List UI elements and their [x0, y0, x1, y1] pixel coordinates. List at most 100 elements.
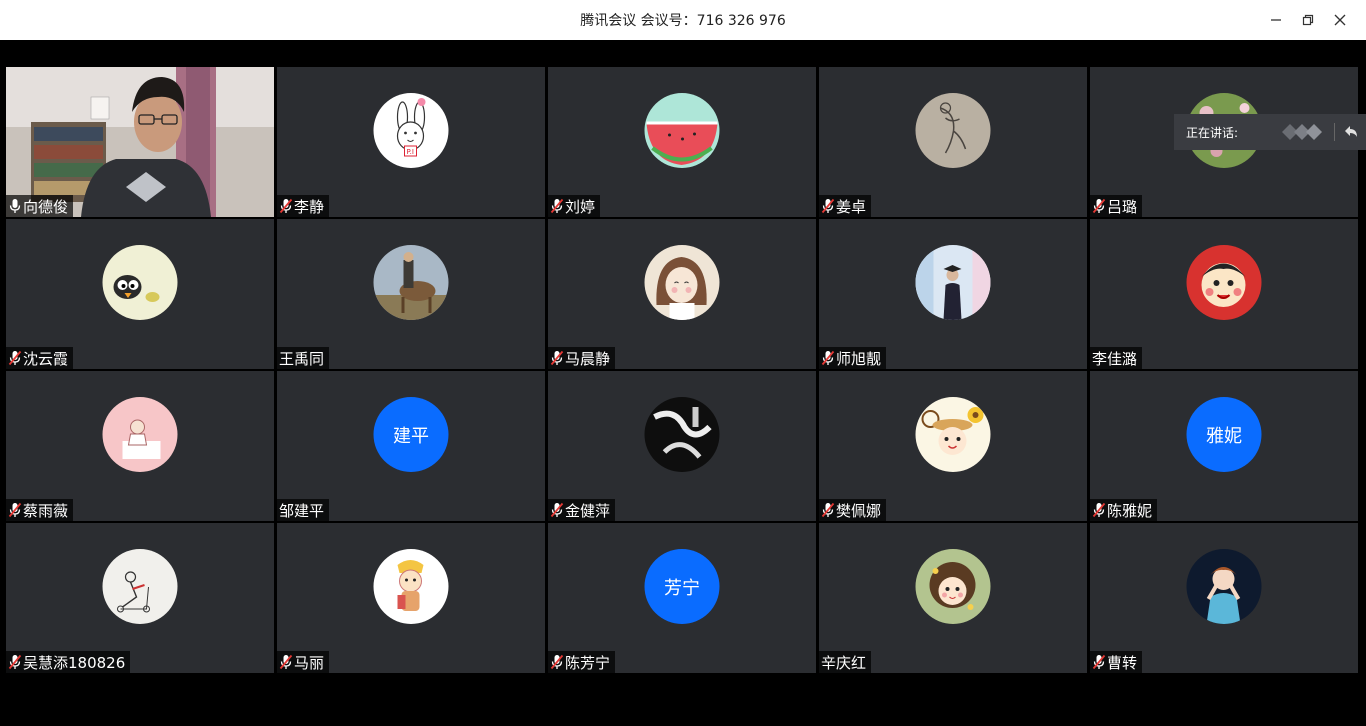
- participant-name: 樊佩娜: [836, 501, 882, 520]
- cartoon-cat-avatar-image: [373, 549, 449, 624]
- participant-tile[interactable]: 师旭靓: [819, 219, 1087, 369]
- avatar-initials: 芳宁: [664, 577, 700, 599]
- participant-tile[interactable]: 向德俊: [6, 67, 274, 217]
- participant-name: 沈云霞: [23, 349, 69, 368]
- restore-button[interactable]: [1292, 0, 1324, 40]
- microphone-muted-icon[interactable]: [821, 198, 835, 214]
- participant-avatar: [915, 549, 991, 624]
- collapse-panel-icon[interactable]: [1342, 122, 1360, 142]
- participant-avatar: [1186, 245, 1262, 320]
- cartoon-boy-red-avatar-image: [1186, 245, 1262, 320]
- participant-tile[interactable]: 刘婷: [548, 67, 816, 217]
- avatar-initials: 建平: [393, 425, 429, 447]
- participant-tile[interactable]: 马晨静: [548, 219, 816, 369]
- svg-text:P.I: P.I: [407, 148, 414, 156]
- participant-tile[interactable]: 李佳潞: [1090, 219, 1358, 369]
- graduate-avatar-image: [915, 245, 991, 320]
- participant-name: 陈雅妮: [1107, 501, 1153, 520]
- speaking-label: 正在讲话:: [1186, 125, 1239, 140]
- microphone-muted-icon[interactable]: [8, 350, 22, 366]
- participant-name-tag: 李佳潞: [1090, 347, 1143, 369]
- participant-name-tag: 曹转: [1090, 651, 1143, 673]
- microphone-muted-icon[interactable]: [550, 502, 564, 518]
- participant-tile[interactable]: 马丽: [277, 523, 545, 673]
- close-button[interactable]: [1324, 0, 1356, 40]
- bunny-avatar-image: P.I: [373, 93, 449, 168]
- participant-avatar: [102, 549, 178, 624]
- window-controls: [1260, 0, 1356, 40]
- participant-tile[interactable]: 建平邹建平: [277, 371, 545, 521]
- participant-name: 李静: [294, 197, 325, 216]
- participant-tile[interactable]: 樊佩娜: [819, 371, 1087, 521]
- window-title: 腾讯会议 会议号：716 326 976: [580, 13, 786, 29]
- watermelon-avatar-image: [644, 93, 720, 168]
- participant-name: 金健萍: [565, 501, 611, 520]
- microphone-muted-icon[interactable]: [1092, 654, 1106, 670]
- participant-avatar: [373, 245, 449, 320]
- participant-tile[interactable]: 王禹同: [277, 219, 545, 369]
- participant-avatar: 建平: [373, 397, 449, 472]
- microphone-muted-icon[interactable]: [279, 654, 293, 670]
- participant-avatar: [915, 397, 991, 472]
- microphone-muted-icon[interactable]: [8, 502, 22, 518]
- participant-avatar: [102, 245, 178, 320]
- participant-name-tag: 陈芳宁: [548, 651, 616, 673]
- participant-name-tag: 邹建平: [277, 499, 330, 521]
- participant-avatar: [102, 397, 178, 472]
- participant-name-tag: 姜卓: [819, 195, 872, 217]
- microphone-on-icon[interactable]: [8, 198, 22, 214]
- participant-name: 王禹同: [279, 349, 325, 368]
- participant-avatar: [644, 93, 720, 168]
- participant-name: 姜卓: [836, 197, 867, 216]
- curly-girl-avatar-image: [915, 549, 991, 624]
- participant-tile[interactable]: 金健萍: [548, 371, 816, 521]
- participant-tile[interactable]: 蔡雨薇: [6, 371, 274, 521]
- pink-drawing-avatar-image: [102, 397, 178, 472]
- microphone-muted-icon[interactable]: [821, 350, 835, 366]
- participant-name-tag: 吕璐: [1090, 195, 1143, 217]
- microphone-muted-icon[interactable]: [550, 654, 564, 670]
- participant-tile[interactable]: 沈云霞: [6, 219, 274, 369]
- microphone-muted-icon[interactable]: [1092, 502, 1106, 518]
- participant-name-tag: 金健萍: [548, 499, 616, 521]
- blue-princess-avatar-image: [1186, 549, 1262, 624]
- participant-name: 陈芳宁: [565, 653, 611, 672]
- participant-tile[interactable]: P.I 李静: [277, 67, 545, 217]
- microphone-muted-icon[interactable]: [550, 198, 564, 214]
- participant-name-tag: 辛庆红: [819, 651, 872, 673]
- avatar-initials: 雅妮: [1206, 425, 1242, 447]
- participant-name: 师旭靓: [836, 349, 882, 368]
- participant-name-tag: 刘婷: [548, 195, 601, 217]
- participant-name: 吕璐: [1107, 197, 1138, 216]
- participant-name: 邹建平: [279, 501, 325, 520]
- dark-abstract-avatar-image: [644, 397, 720, 472]
- minimize-button[interactable]: [1260, 0, 1292, 40]
- participant-tile[interactable]: 辛庆红: [819, 523, 1087, 673]
- girl-illustration-avatar-image: [644, 245, 720, 320]
- microphone-muted-icon[interactable]: [279, 198, 293, 214]
- panel-divider: [1334, 123, 1335, 141]
- girl-sunflower-avatar-image: [915, 397, 991, 472]
- participant-tile[interactable]: 吴慧添180826: [6, 523, 274, 673]
- participant-tile[interactable]: 姜卓: [819, 67, 1087, 217]
- participant-name-tag: 樊佩娜: [819, 499, 887, 521]
- microphone-muted-icon[interactable]: [550, 350, 564, 366]
- participant-tile[interactable]: 曹转: [1090, 523, 1358, 673]
- participant-avatar: [644, 397, 720, 472]
- participant-name: 蔡雨薇: [23, 501, 69, 520]
- participant-tile[interactable]: 芳宁陈芳宁: [548, 523, 816, 673]
- participant-name: 马晨静: [565, 349, 611, 368]
- participant-avatar: 雅妮: [1186, 397, 1262, 472]
- participant-avatar: [1186, 549, 1262, 624]
- participant-tile[interactable]: 雅妮陈雅妮: [1090, 371, 1358, 521]
- microphone-muted-icon[interactable]: [1092, 198, 1106, 214]
- title-bar: 腾讯会议 会议号：716 326 976: [0, 0, 1366, 40]
- participant-name-tag: 师旭靓: [819, 347, 887, 369]
- participant-name-tag: 马丽: [277, 651, 330, 673]
- microphone-muted-icon[interactable]: [821, 502, 835, 518]
- participant-name: 曹转: [1107, 653, 1138, 672]
- participant-avatar: [373, 549, 449, 624]
- participant-name-tag: 蔡雨薇: [6, 499, 74, 521]
- participant-name-tag: 马晨静: [548, 347, 616, 369]
- microphone-muted-icon[interactable]: [8, 654, 22, 670]
